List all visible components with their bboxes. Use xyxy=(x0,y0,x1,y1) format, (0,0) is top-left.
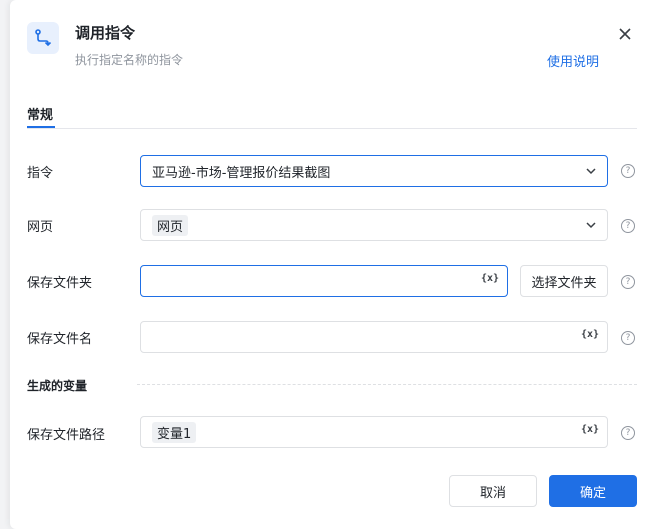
webpage-tag: 网页 xyxy=(152,214,189,236)
save-folder-input[interactable]: {x} xyxy=(140,265,508,297)
save-path-input[interactable]: 变量1 {x} xyxy=(140,416,608,448)
variable-icon[interactable]: {x} xyxy=(481,273,499,284)
webpage-select[interactable]: 网页 xyxy=(140,209,608,241)
dialog-subtitle: 执行指定名称的指令 xyxy=(75,53,184,67)
save-path-label: 保存文件路径 xyxy=(27,428,106,443)
chevron-down-icon xyxy=(586,168,596,175)
help-icon[interactable]: ? xyxy=(621,426,635,440)
save-filename-input[interactable]: {x} xyxy=(140,321,608,353)
chevron-down-icon xyxy=(586,222,596,229)
invoke-command-dialog: 调用指令 执行指定名称的指令 使用说明 常规 指令 亚马逊-市场-管理报价结果截… xyxy=(10,0,659,529)
variable-icon[interactable]: {x} xyxy=(581,424,599,435)
tab-general[interactable]: 常规 xyxy=(27,104,53,123)
help-link[interactable]: 使用说明 xyxy=(547,51,599,70)
help-icon[interactable]: ? xyxy=(621,331,635,345)
save-filename-label: 保存文件名 xyxy=(27,332,93,347)
section-divider xyxy=(137,384,637,385)
variable-icon[interactable]: {x} xyxy=(581,329,599,340)
ok-button[interactable]: 确定 xyxy=(549,475,637,507)
close-icon[interactable] xyxy=(615,24,635,44)
save-folder-label: 保存文件夹 xyxy=(27,276,93,291)
flow-route-icon xyxy=(27,22,59,54)
save-path-tag: 变量1 xyxy=(152,421,197,443)
command-label: 指令 xyxy=(27,166,54,181)
cancel-button[interactable]: 取消 xyxy=(449,475,537,507)
command-value: 亚马逊-市场-管理报价结果截图 xyxy=(152,165,331,181)
help-icon[interactable]: ? xyxy=(621,275,635,289)
choose-folder-button[interactable]: 选择文件夹 xyxy=(520,265,608,297)
generated-vars-heading: 生成的变量 xyxy=(27,379,88,393)
help-icon[interactable]: ? xyxy=(621,164,635,178)
tab-divider xyxy=(27,128,637,129)
dialog-title: 调用指令 xyxy=(75,24,136,42)
help-icon[interactable]: ? xyxy=(621,219,635,233)
webpage-label: 网页 xyxy=(27,220,54,235)
command-select[interactable]: 亚马逊-市场-管理报价结果截图 xyxy=(140,155,608,187)
